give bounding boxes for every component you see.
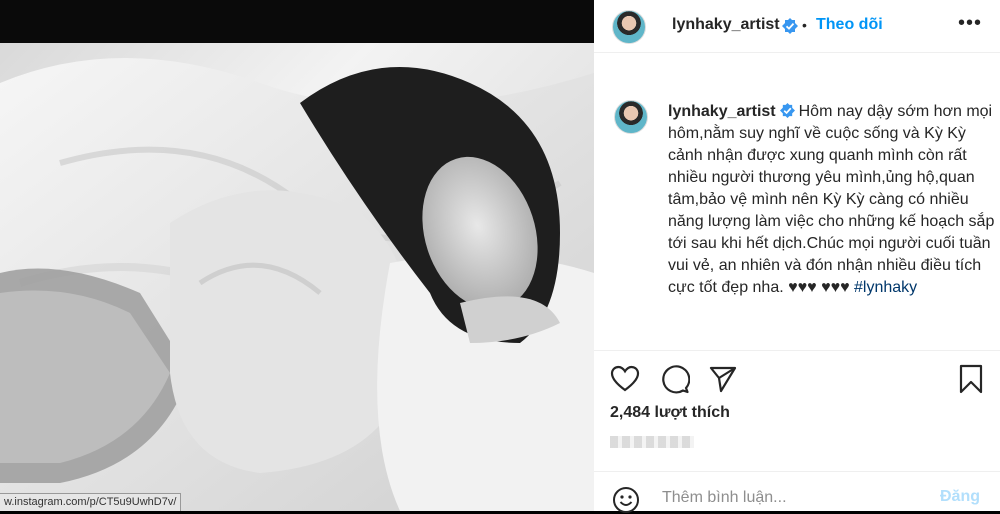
browser-status-url: w.instagram.com/p/CT5u9UwhD7v/ xyxy=(0,493,182,511)
follow-button[interactable]: Theo dõi xyxy=(816,16,883,34)
photo-illustration xyxy=(0,58,594,511)
post-comment-button[interactable]: Đăng xyxy=(940,488,980,506)
post-header: lynhaky_artist • Theo dõi ••• xyxy=(594,0,1000,53)
verified-badge-icon xyxy=(782,18,798,34)
header-separator: • xyxy=(802,17,807,33)
like-count[interactable]: 2,484 lượt thích xyxy=(610,404,730,422)
caption-verified-badge-icon xyxy=(779,103,795,118)
comment-input[interactable] xyxy=(660,488,914,508)
caption-body: Hôm nay dậy sớm hơn mọi hôm,nằm suy nghĩ… xyxy=(668,103,995,296)
post-timestamp-blurred xyxy=(610,436,694,448)
paper-plane-icon[interactable] xyxy=(708,364,738,394)
post-side-panel: lynhaky_artist • Theo dõi ••• lynhaky_ar… xyxy=(594,0,1000,514)
header-username[interactable]: lynhaky_artist xyxy=(672,16,780,34)
comment-bubble-icon[interactable] xyxy=(660,364,690,394)
header-avatar[interactable] xyxy=(612,10,646,44)
bookmark-icon[interactable] xyxy=(956,364,986,394)
post-media-pane: w.instagram.com/p/CT5u9UwhD7v/ xyxy=(0,0,594,511)
post-actions-bar xyxy=(594,350,1000,411)
smiley-icon[interactable] xyxy=(612,486,640,514)
more-options-icon[interactable]: ••• xyxy=(958,12,982,35)
post-photo[interactable] xyxy=(0,43,594,511)
comment-bar: Đăng xyxy=(594,471,1000,514)
caption-hashtag[interactable]: #lynhaky xyxy=(854,279,917,296)
caption-text-block: lynhaky_artist Hôm nay dậy sớm hơn mọi hô… xyxy=(668,101,998,299)
caption-username[interactable]: lynhaky_artist xyxy=(668,103,776,120)
heart-icon[interactable] xyxy=(610,364,640,394)
caption-avatar[interactable] xyxy=(614,100,648,134)
